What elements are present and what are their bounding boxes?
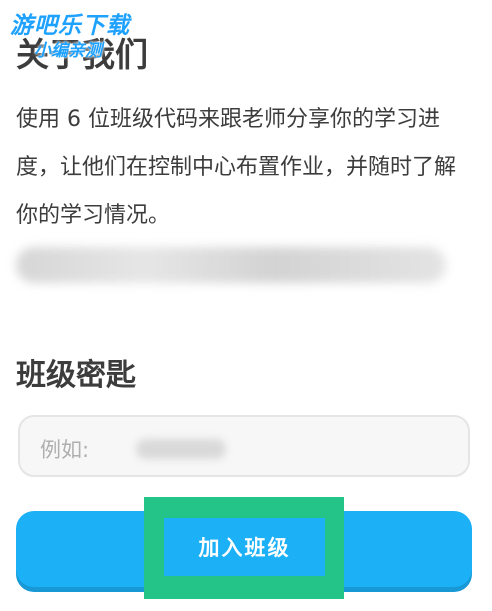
- class-code-input[interactable]: 例如:: [18, 415, 470, 477]
- class-code-title: 班级密匙: [16, 358, 136, 393]
- watermark-line-1: 游吧乐下载: [10, 13, 130, 39]
- blurred-contact-info: [16, 247, 446, 283]
- blurred-example-code: [136, 439, 226, 459]
- join-class-button-label-area[interactable]: 加入班级: [164, 518, 325, 576]
- join-class-label: 加入班级: [198, 536, 291, 560]
- about-description: 使用 6 位班级代码来跟老师分享你的学习进度，让他们在控制中心布置作业，并随时了…: [16, 107, 457, 228]
- watermark-logo: 游吧乐下载 小编亲测: [10, 6, 130, 61]
- class-code-placeholder: 例如:: [40, 438, 90, 462]
